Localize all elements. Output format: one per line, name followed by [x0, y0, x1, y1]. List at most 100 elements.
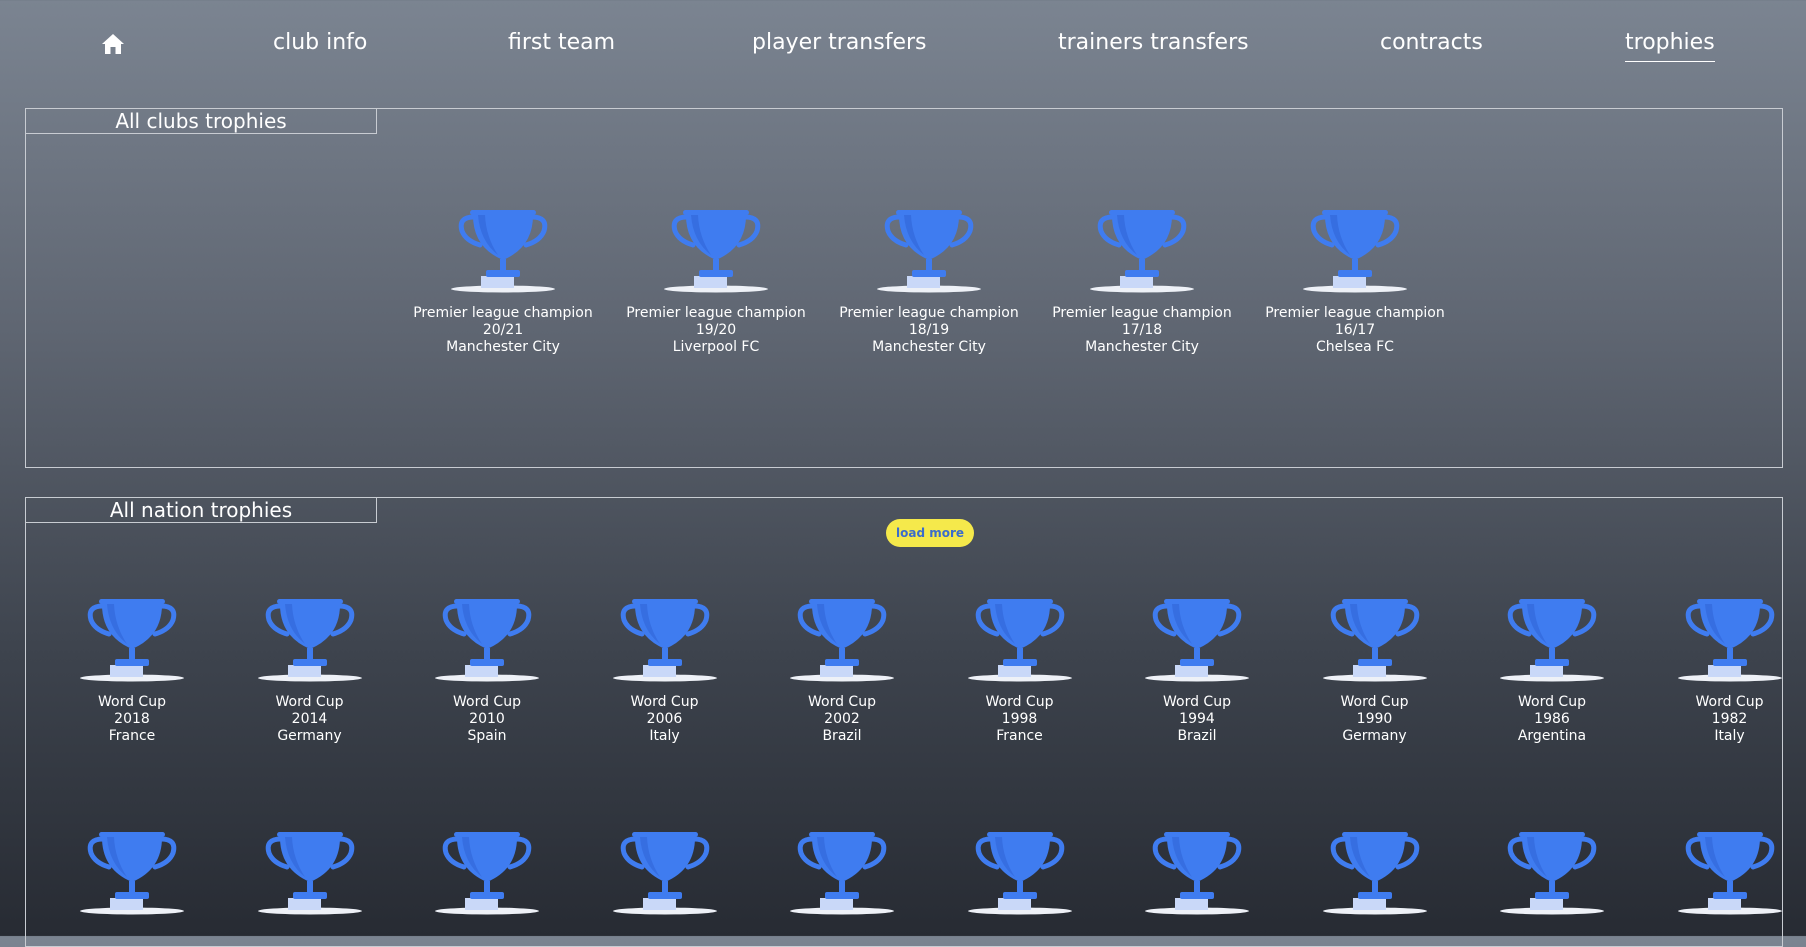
nav-contracts[interactable]: contracts: [1380, 30, 1483, 55]
trophy-name: Word Cup: [1452, 694, 1652, 711]
trophy-winner: Brazil: [1097, 728, 1297, 745]
nation-trophy-item: Word Cup1990Germany: [1275, 596, 1475, 745]
trophy-winner: Liverpool FC: [616, 339, 816, 356]
trophy-name: Word Cup: [387, 694, 587, 711]
nation-trophy-item: [1275, 829, 1475, 915]
trophy-year: 1998: [920, 711, 1120, 728]
trophy-winner: Brazil: [742, 728, 942, 745]
trophy-season: 16/17: [1255, 322, 1455, 339]
trophy-name: Word Cup: [565, 694, 765, 711]
trophy-icon: [1142, 829, 1252, 915]
nav-trophies[interactable]: trophies: [1625, 30, 1715, 62]
club-trophies-title: All clubs trophies: [25, 108, 377, 134]
trophy-icon: [874, 207, 984, 293]
trophy-icon: [1497, 596, 1607, 682]
trophy-season: 19/20: [616, 322, 816, 339]
trophy-season: 20/21: [403, 322, 603, 339]
trophy-name: Premier league champion: [403, 305, 603, 322]
trophy-name: Word Cup: [32, 694, 232, 711]
nation-trophy-item: [387, 829, 587, 915]
nation-trophy-item: Word Cup2006Italy: [565, 596, 765, 745]
home-icon[interactable]: [101, 33, 125, 55]
club-trophy-item: Premier league champion20/21Manchester C…: [403, 207, 603, 356]
trophy-icon: [1320, 829, 1430, 915]
nation-trophy-item: Word Cup1982Italy: [1630, 596, 1806, 745]
trophy-icon: [610, 829, 720, 915]
club-trophy-item: Premier league champion16/17Chelsea FC: [1255, 207, 1455, 356]
trophy-icon: [787, 829, 897, 915]
trophy-season: 18/19: [829, 322, 1029, 339]
trophy-icon: [965, 829, 1075, 915]
trophy-year: 2018: [32, 711, 232, 728]
nation-trophy-item: Word Cup1986Argentina: [1452, 596, 1652, 745]
trophy-year: 1994: [1097, 711, 1297, 728]
nation-trophy-item: [1452, 829, 1652, 915]
trophy-name: Word Cup: [210, 694, 410, 711]
trophy-name: Word Cup: [1097, 694, 1297, 711]
trophy-name: Premier league champion: [1042, 305, 1242, 322]
nation-trophy-item: Word Cup2014Germany: [210, 596, 410, 745]
trophy-year: 1982: [1630, 711, 1806, 728]
nav-club-info[interactable]: club info: [273, 30, 367, 55]
trophy-icon: [255, 829, 365, 915]
nation-trophy-item: [1630, 829, 1806, 915]
trophy-year: 1990: [1275, 711, 1475, 728]
trophy-winner: Manchester City: [1042, 339, 1242, 356]
trophy-icon: [1675, 596, 1785, 682]
trophy-icon: [610, 596, 720, 682]
trophy-year: 1986: [1452, 711, 1652, 728]
trophy-icon: [1087, 207, 1197, 293]
nav-player-transfers[interactable]: player transfers: [752, 30, 927, 55]
trophy-winner: Italy: [1630, 728, 1806, 745]
nation-trophy-item: Word Cup1998France: [920, 596, 1120, 745]
trophy-year: 2002: [742, 711, 942, 728]
trophy-winner: France: [920, 728, 1120, 745]
nation-trophy-item: [565, 829, 765, 915]
trophy-winner: Manchester City: [829, 339, 1029, 356]
trophy-name: Word Cup: [1275, 694, 1475, 711]
trophy-name: Premier league champion: [829, 305, 1029, 322]
nation-trophy-item: Word Cup2010Spain: [387, 596, 587, 745]
trophy-icon: [1300, 207, 1410, 293]
trophy-icon: [448, 207, 558, 293]
trophy-name: Premier league champion: [616, 305, 816, 322]
club-trophy-item: Premier league champion18/19Manchester C…: [829, 207, 1029, 356]
trophy-icon: [255, 596, 365, 682]
nation-trophy-item: Word Cup2018France: [32, 596, 232, 745]
trophy-winner: Italy: [565, 728, 765, 745]
trophy-name: Word Cup: [920, 694, 1120, 711]
club-trophies-panel: All clubs trophies Premier league champi…: [25, 108, 1783, 468]
nation-trophy-item: [1097, 829, 1297, 915]
trophy-winner: Germany: [1275, 728, 1475, 745]
nav-first-team[interactable]: first team: [508, 30, 615, 55]
nation-trophy-item: [32, 829, 232, 915]
nav-trainers-transfers[interactable]: trainers transfers: [1058, 30, 1249, 55]
club-trophy-item: Premier league champion17/18Manchester C…: [1042, 207, 1242, 356]
trophy-icon: [1497, 829, 1607, 915]
trophy-winner: France: [32, 728, 232, 745]
nation-trophy-item: Word Cup2002Brazil: [742, 596, 942, 745]
trophy-winner: Manchester City: [403, 339, 603, 356]
trophy-icon: [1675, 829, 1785, 915]
trophy-icon: [77, 829, 187, 915]
trophy-name: Premier league champion: [1255, 305, 1455, 322]
trophy-season: 17/18: [1042, 322, 1242, 339]
trophy-icon: [1142, 596, 1252, 682]
nation-trophy-item: [920, 829, 1120, 915]
nation-trophy-item: Word Cup1994Brazil: [1097, 596, 1297, 745]
trophy-name: Word Cup: [742, 694, 942, 711]
trophy-year: 2006: [565, 711, 765, 728]
trophy-year: 2014: [210, 711, 410, 728]
trophy-icon: [432, 829, 542, 915]
trophy-icon: [965, 596, 1075, 682]
nation-trophy-item: [742, 829, 942, 915]
top-navigation: club info first team player transfers tr…: [0, 0, 1806, 90]
trophy-winner: Germany: [210, 728, 410, 745]
club-trophy-item: Premier league champion19/20Liverpool FC: [616, 207, 816, 356]
trophy-icon: [432, 596, 542, 682]
trophy-icon: [77, 596, 187, 682]
trophy-icon: [787, 596, 897, 682]
nation-trophy-item: [210, 829, 410, 915]
trophy-winner: Argentina: [1452, 728, 1652, 745]
trophy-year: 2010: [387, 711, 587, 728]
